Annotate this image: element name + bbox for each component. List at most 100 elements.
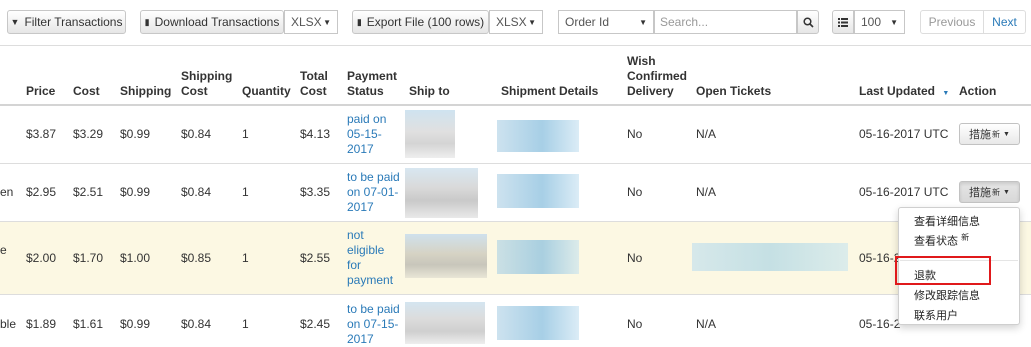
shipment-details-redacted	[497, 240, 579, 274]
search-input[interactable]: Search...	[654, 10, 797, 34]
search-placeholder: Search...	[660, 15, 709, 29]
search-icon	[802, 16, 814, 28]
quantity-cell: 1	[242, 317, 249, 331]
wish-confirmed-cell: No	[627, 185, 643, 199]
shipment-details-redacted	[497, 120, 579, 152]
column-header-wish-confirmed-delivery[interactable]: Wish Confirmed Delivery	[627, 54, 687, 99]
clipped-cell: ble	[0, 317, 17, 331]
payment-status-line: 05-15-	[347, 127, 382, 141]
payment-status-line: payment	[347, 273, 394, 287]
action-button-active[interactable]: 措施 新 ▼	[959, 181, 1020, 203]
price-cell: $2.95	[26, 185, 57, 199]
download-transactions-button[interactable]: ▮ Download Transactions	[140, 10, 284, 34]
header-line: Delivery	[627, 84, 674, 98]
ship-to-redacted	[405, 168, 478, 218]
column-header-ship-to[interactable]: Ship to	[409, 84, 450, 99]
shipment-details-redacted	[497, 174, 579, 208]
action-label: 措施	[969, 187, 992, 199]
column-header-open-tickets[interactable]: Open Tickets	[696, 84, 771, 99]
payment-status-line: paid on	[347, 112, 387, 126]
column-header-price[interactable]: Price	[26, 84, 55, 99]
column-header-shipment-details[interactable]: Shipment Details	[501, 84, 598, 99]
search-field-value: Order Id	[565, 15, 610, 29]
chevron-down-icon: ▼	[639, 18, 647, 27]
menu-item-contact-user[interactable]: 联系用户	[914, 307, 958, 323]
quantity-cell: 1	[242, 127, 249, 141]
action-label: 措施	[969, 129, 992, 141]
download-format-select[interactable]: XLSX ▼	[284, 10, 338, 34]
price-cell: $3.87	[26, 127, 57, 141]
column-header-action: Action	[959, 84, 997, 98]
last-updated-cell: 05-16-2017 UTC	[859, 127, 949, 141]
column-header-last-updated[interactable]: Last Updated ▼	[859, 84, 949, 101]
action-button[interactable]: 措施 新 ▼	[959, 123, 1020, 145]
cost-cell: $2.51	[73, 185, 104, 199]
column-header-payment-status[interactable]: Payment Status	[347, 69, 397, 99]
ship-to-redacted	[405, 110, 455, 158]
chevron-down-icon: ▼	[528, 18, 536, 27]
total-cost-cell: $4.13	[300, 127, 331, 141]
cost-cell: $1.70	[73, 251, 104, 265]
payment-status-line: on 07-01-	[347, 185, 399, 199]
view-status-label: 查看状态	[914, 235, 958, 248]
menu-item-view-status[interactable]: 查看状态 新	[914, 232, 969, 249]
open-tickets-cell: N/A	[696, 185, 717, 199]
column-header-shipping[interactable]: Shipping	[120, 84, 171, 99]
search-field-select[interactable]: Order Id ▼	[558, 10, 654, 34]
column-header-total-cost[interactable]: Total Cost	[300, 69, 328, 99]
previous-label: Previous	[928, 15, 976, 29]
ship-to-redacted	[405, 234, 487, 278]
export-format-select[interactable]: XLSX ▼	[489, 10, 543, 34]
payment-status-line: not	[347, 228, 364, 242]
shipping-cost-cell: $0.84	[181, 317, 212, 331]
row-divider	[0, 221, 1031, 222]
row-divider	[0, 163, 1031, 164]
column-header-cost[interactable]: Cost	[73, 84, 100, 99]
open-tickets-cell: N/A	[696, 127, 717, 141]
search-button[interactable]	[797, 10, 819, 34]
payment-status-line: to be paid	[347, 302, 400, 316]
toolbar-divider	[0, 45, 1031, 46]
shipping-cell: $1.00	[120, 251, 151, 265]
header-line: Payment	[347, 69, 398, 83]
menu-item-view-details[interactable]: 查看详细信息	[914, 213, 980, 229]
payment-status-link[interactable]: to be paid on 07-15- 2017	[347, 302, 400, 347]
shipping-cell: $0.99	[120, 185, 151, 199]
clipped-cell: e	[0, 243, 7, 257]
header-line: Cost	[300, 84, 327, 98]
file-icon: ▮	[144, 16, 150, 27]
page-size-select[interactable]: 100 ▼	[854, 10, 905, 34]
filter-transactions-button[interactable]: ▼ Filter Transactions	[7, 10, 126, 34]
payment-status-line: 2017	[347, 142, 374, 156]
open-tickets-cell: N/A	[696, 317, 717, 331]
file-icon: ▮	[356, 16, 362, 27]
wish-confirmed-cell: No	[627, 317, 643, 331]
column-header-shipping-cost[interactable]: Shipping Cost	[181, 69, 232, 99]
cost-cell: $3.29	[73, 127, 104, 141]
download-format-value: XLSX	[291, 15, 322, 29]
previous-page-button[interactable]: Previous	[920, 10, 984, 34]
next-label: Next	[992, 15, 1017, 29]
column-header-quantity[interactable]: Quantity	[242, 84, 291, 99]
new-badge: 新	[992, 187, 1001, 197]
shipping-cost-cell: $0.84	[181, 127, 212, 141]
menu-item-modify-tracking[interactable]: 修改跟踪信息	[914, 287, 980, 303]
shipping-cell: $0.99	[120, 317, 151, 331]
shipment-details-redacted	[497, 306, 579, 340]
shipping-cost-cell: $0.84	[181, 185, 212, 199]
quantity-cell: 1	[242, 185, 249, 199]
wish-confirmed-cell: No	[627, 251, 643, 265]
export-file-button[interactable]: ▮ Export File (100 rows)	[352, 10, 489, 34]
payment-status-line: for	[347, 258, 362, 272]
payment-status-link[interactable]: paid on 05-15- 2017	[347, 112, 386, 157]
sort-desc-icon: ▼	[942, 90, 950, 97]
row-divider	[0, 294, 1031, 295]
total-cost-cell: $2.45	[300, 317, 331, 331]
list-view-button[interactable]	[832, 10, 854, 34]
payment-status-link[interactable]: to be paid on 07-01- 2017	[347, 170, 400, 215]
page-size-value: 100	[861, 15, 882, 29]
payment-status-link[interactable]: not eligible for payment	[347, 228, 393, 288]
next-page-button[interactable]: Next	[984, 10, 1026, 34]
payment-status-line: on 07-15-	[347, 317, 399, 331]
payment-status-line: 2017	[347, 200, 374, 214]
